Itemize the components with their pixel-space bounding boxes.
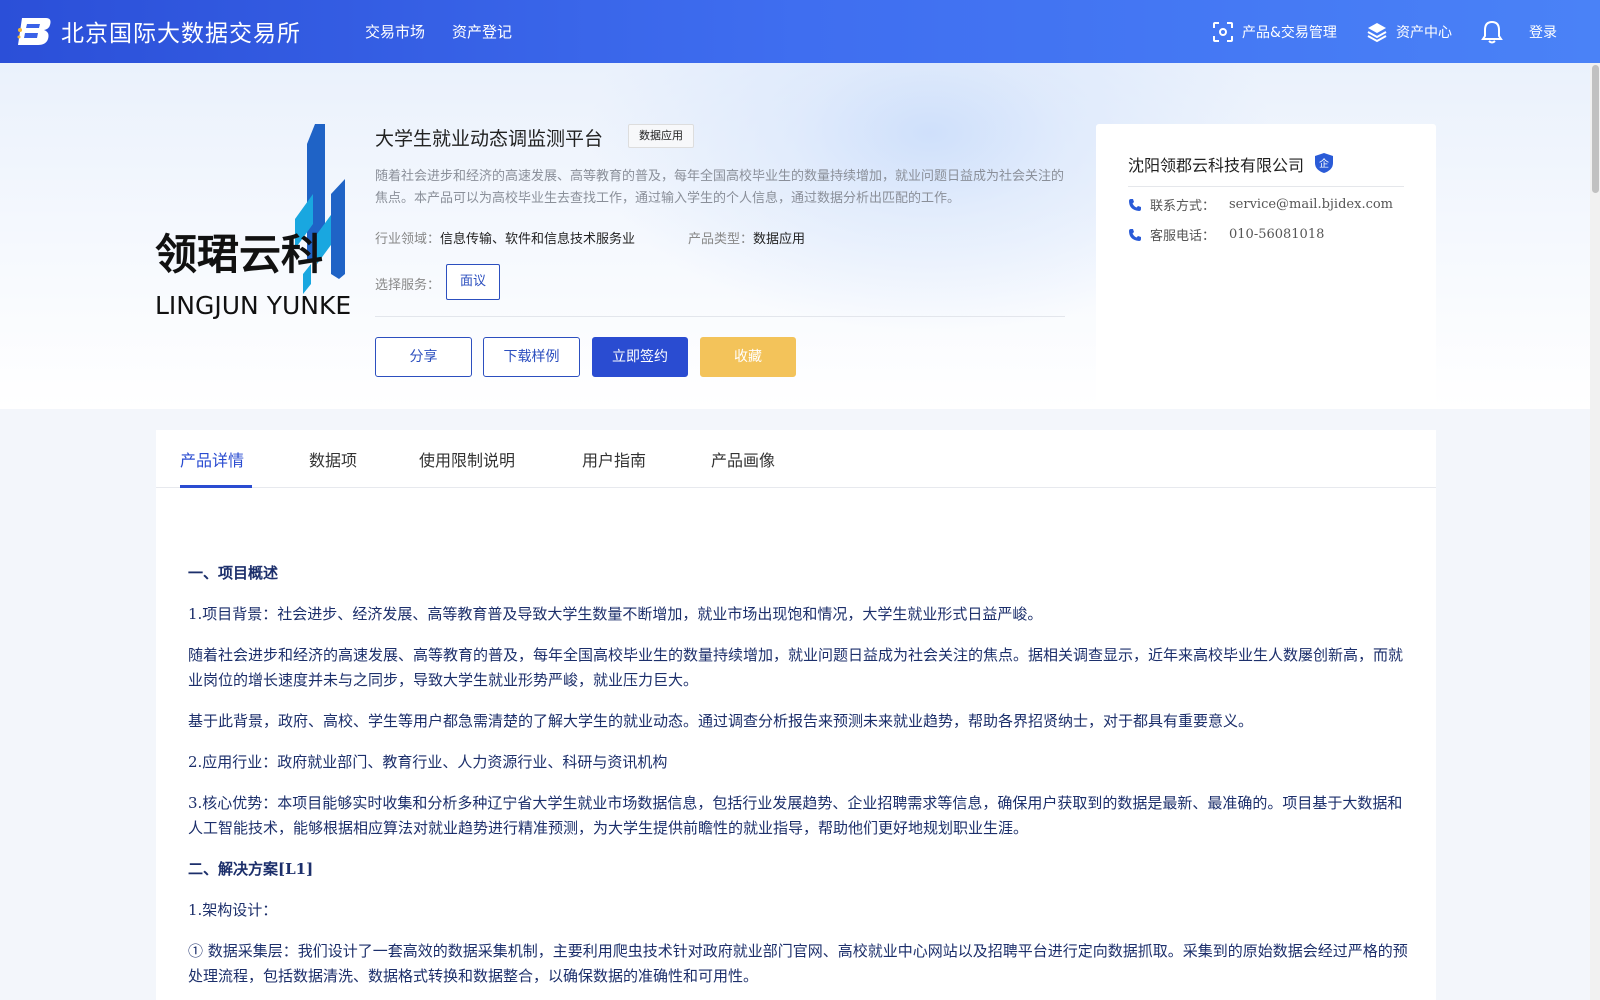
product-tag: 数据应用 (628, 124, 694, 148)
product-detail-card: 产品详情 数据项 使用限制说明 用户指南 产品画像 一、项目概述 1.项目背景：… (156, 430, 1436, 1000)
exchange-logo-icon[interactable] (16, 14, 52, 48)
svg-text:企: 企 (1319, 157, 1329, 170)
phone-label: 客服电话： (1150, 229, 1216, 244)
phone-value: 010-56081018 (1229, 227, 1325, 242)
bell-icon[interactable] (1481, 20, 1503, 44)
paragraph: 1.架构设计： (188, 901, 278, 919)
scrollbar-track[interactable] (1590, 63, 1600, 1000)
hero-divider (375, 316, 1065, 317)
type-label: 产品类型： (688, 232, 754, 247)
contact-phone-row: 客服电话： 010-56081018 (1128, 225, 1324, 244)
contact-value: service@mail.bjidex.com (1229, 197, 1394, 212)
product-trade-mgmt-link[interactable]: 产品&交易管理 (1212, 21, 1337, 43)
industry-meta: 行业领域：信息传输、软件和信息技术服务业 (375, 228, 635, 247)
section-heading-solution: 二、解决方案[L1] (188, 860, 314, 878)
company-name[interactable]: 沈阳领郡云科技有限公司 (1128, 152, 1304, 176)
company-divider (1128, 186, 1404, 187)
login-link[interactable]: 登录 (1529, 22, 1557, 42)
contact-label: 联系方式： (1150, 199, 1216, 214)
sign-now-button[interactable]: 立即签约 (592, 337, 688, 377)
type-value: 数据应用 (753, 232, 806, 247)
download-sample-button[interactable]: 下载样例 (483, 337, 580, 377)
paragraph: 2.应用行业：政府就业部门、教育行业、人力资源行业、科研与资讯机构 (188, 753, 668, 771)
type-meta: 产品类型：数据应用 (688, 228, 805, 247)
svg-text:领珺云科: 领珺云科 (155, 230, 323, 279)
phone-icon (1129, 198, 1141, 211)
active-tab-indicator (180, 485, 252, 488)
paragraph: 1.项目背景：社会进步、经济发展、高等教育普及导致大学生数量不断增加，就业市场出… (188, 605, 1043, 623)
contact-email-row: 联系方式： service@mail.bjidex.com (1128, 195, 1393, 214)
company-card: 沈阳领郡云科技有限公司 企 联系方式： service@mail.bjidex.… (1096, 124, 1436, 409)
nav-trade-market[interactable]: 交易市场 (365, 21, 425, 42)
service-option-negotiable[interactable]: 面议 (446, 264, 500, 300)
tab-product-portrait[interactable]: 产品画像 (711, 447, 775, 471)
product-trade-mgmt-label: 产品&交易管理 (1242, 25, 1337, 41)
paragraph: 3.核心优势：本项目能够实时收集和分析多种辽宁省大学生就业市场数据信息，包括行业… (188, 794, 1403, 837)
asset-center-link[interactable]: 资产中心 (1366, 21, 1452, 43)
tab-usage-restrictions[interactable]: 使用限制说明 (419, 447, 515, 471)
industry-label: 行业领域： (375, 232, 441, 247)
scrollbar-thumb[interactable] (1592, 65, 1599, 193)
share-button[interactable]: 分享 (375, 337, 472, 377)
lingjun-yunke-logo-icon: 领珺云科 LINGJUN YUNKE (155, 124, 351, 320)
section-heading-overview: 一、项目概述 (188, 564, 279, 582)
service-label: 选择服务： (375, 278, 441, 293)
top-nav-bar: 北京国际大数据交易所 交易市场 资产登记 产品&交易管理 资产中心 登录 (0, 0, 1600, 63)
nav-asset-registration[interactable]: 资产登记 (452, 21, 512, 42)
scan-frame-icon (1213, 22, 1233, 42)
paragraph: 基于此背景，政府、高校、学生等用户都急需清楚的了解大学生的就业动态。通过调查分析… (188, 712, 1254, 730)
tab-user-guide[interactable]: 用户指南 (582, 447, 646, 471)
favorite-button[interactable]: 收藏 (700, 337, 796, 377)
svg-text:LINGJUN YUNKE: LINGJUN YUNKE (155, 291, 351, 320)
tab-data-items[interactable]: 数据项 (309, 447, 357, 471)
paragraph: 随着社会进步和经济的高速发展、高等教育的普及，每年全国高校毕业生的数量持续增加，… (188, 646, 1404, 689)
enterprise-verified-icon: 企 (1315, 153, 1333, 173)
industry-value: 信息传输、软件和信息技术服务业 (440, 232, 636, 247)
paragraph: ① 数据采集层：我们设计了一套高效的数据采集机制，主要利用爬虫技术针对政府就业部… (188, 942, 1408, 985)
tab-product-details[interactable]: 产品详情 (180, 447, 244, 471)
phone-icon (1129, 228, 1141, 241)
asset-center-label: 资产中心 (1396, 25, 1452, 41)
product-description: 随着社会进步和经济的高速发展、高等教育的普及，每年全国高校毕业生的数量持续增加，… (375, 169, 1065, 206)
brand-title[interactable]: 北京国际大数据交易所 (61, 14, 301, 48)
detail-tabs: 产品详情 数据项 使用限制说明 用户指南 产品画像 (156, 430, 1436, 488)
product-title: 大学生就业动态调监测平台 (375, 128, 604, 150)
layers-icon (1367, 23, 1387, 43)
